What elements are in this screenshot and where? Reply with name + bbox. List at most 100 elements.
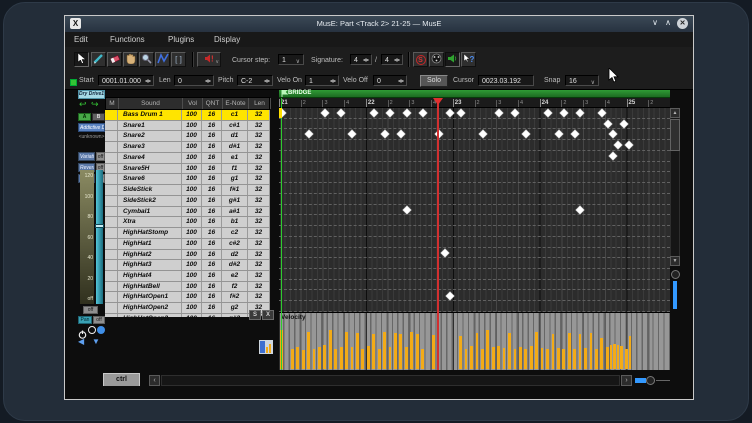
drum-list-header-qnt[interactable]: QNT [203, 98, 223, 109]
volume-off-chip[interactable]: off [83, 306, 98, 314]
paste-mode-button[interactable]: [ ] [171, 52, 186, 67]
hscroll-left-button[interactable]: ‹ [149, 375, 160, 386]
velocity-bar[interactable] [476, 333, 479, 369]
speaker-button[interactable] [445, 52, 460, 67]
controller-off-chip[interactable]: off [96, 152, 105, 161]
mute-cell[interactable] [105, 196, 118, 206]
prev-part-arrow-icon[interactable]: ◀ [78, 337, 84, 346]
grid-row[interactable] [279, 205, 670, 216]
drum-row-cymbal1[interactable]: Cymbal110016a#132 [105, 207, 270, 218]
grid-row[interactable] [279, 258, 670, 269]
velocity-bar[interactable] [524, 349, 527, 369]
velocity-close-button[interactable]: X [262, 310, 274, 320]
marker-bar[interactable]: BRIDGE [279, 90, 670, 98]
record-ring-icon[interactable] [88, 326, 96, 334]
velocity-bar[interactable] [617, 345, 620, 369]
drum-list-header-len[interactable]: Len [249, 98, 271, 109]
drum-row-highhat1[interactable]: HighHat110016c#232 [105, 239, 270, 250]
whatsthis-button[interactable]: ? [461, 52, 476, 67]
scroll-up-button[interactable]: ▲ [670, 108, 680, 118]
mute-cell[interactable] [105, 292, 118, 302]
velocity-bar[interactable] [535, 332, 538, 369]
drum-row-snare6[interactable]: Snare610016g132 [105, 174, 270, 185]
mute-cell[interactable] [105, 303, 118, 313]
hzoom-slider[interactable] [635, 378, 646, 383]
eraser-tool-button[interactable] [107, 52, 122, 67]
drum-row-highhat3[interactable]: HighHat310016d#232 [105, 260, 270, 271]
drum-row-sidestick2[interactable]: SideStick210016g#132 [105, 196, 270, 207]
velocity-bar[interactable] [329, 330, 332, 369]
grid-row[interactable] [279, 183, 670, 194]
close-button[interactable]: ✕ [677, 18, 688, 29]
mute-cell[interactable] [105, 153, 118, 163]
volume-fader-knob[interactable] [95, 224, 104, 228]
mute-cell[interactable] [105, 282, 118, 292]
velocity-bar[interactable] [356, 333, 359, 369]
scroll-down-button[interactable]: ▼ [670, 256, 680, 266]
velocity-bar[interactable] [410, 332, 413, 369]
grid-row[interactable] [279, 248, 670, 259]
maximize-button[interactable]: ∧ [662, 18, 674, 27]
velocity-bar[interactable] [541, 348, 544, 369]
velocity-bar[interactable] [579, 334, 582, 369]
next-part-arrow-icon[interactable]: ▼ [92, 337, 100, 346]
grid-row[interactable] [279, 269, 670, 280]
grid-row[interactable] [279, 226, 670, 237]
midi-input-button[interactable] [429, 52, 444, 67]
velocity-bar[interactable] [421, 349, 424, 369]
mute-cell[interactable] [105, 250, 118, 260]
velocity-bar[interactable] [620, 346, 623, 369]
velocity-bar[interactable] [313, 349, 316, 369]
grid-row[interactable] [279, 290, 670, 301]
timeline-ruler[interactable]: 21234222342323424234252 [279, 98, 670, 108]
velocity-bar[interactable] [629, 336, 632, 369]
grid-row[interactable] [279, 194, 670, 205]
drum-list-header-vol[interactable]: Vol [183, 98, 203, 109]
drum-row-sidestick[interactable]: SideStick10016f#132 [105, 185, 270, 196]
grid-row[interactable] [279, 280, 670, 291]
grid-row[interactable] [279, 301, 670, 312]
draw-line-tool-button[interactable] [155, 52, 170, 67]
grid-row[interactable] [279, 140, 670, 151]
velocity-bar[interactable] [552, 334, 555, 369]
velocity-bar[interactable] [334, 349, 337, 369]
menu-edit[interactable]: Edit [74, 35, 88, 44]
mute-cell[interactable] [105, 174, 118, 184]
step-record-button[interactable]: S [413, 52, 428, 67]
velocity-bar[interactable] [584, 348, 587, 369]
drum-row-highhatopen3[interactable]: HighHatOpen310016g#232 [105, 314, 270, 317]
ctrl-graph-icon[interactable] [259, 340, 273, 359]
route-out-arrow-icon[interactable]: ↪ [91, 99, 99, 110]
velocity-bar[interactable] [508, 333, 511, 369]
velocity-bar[interactable] [573, 349, 576, 369]
velocity-bar[interactable] [345, 332, 348, 369]
velocity-bar[interactable] [383, 332, 386, 369]
controller-row-variatio[interactable]: Variatiooff [78, 152, 105, 161]
grid-row[interactable] [279, 237, 670, 248]
hzoom-knob[interactable] [646, 376, 655, 385]
mute-cell[interactable] [105, 131, 118, 141]
velocity-bar[interactable] [405, 347, 408, 369]
cursor-step-combo[interactable]: 1∨ [278, 54, 304, 65]
velocity-bar[interactable] [595, 349, 598, 369]
patch-button[interactable]: Addictive D [78, 123, 105, 132]
velocity-bar[interactable] [351, 347, 354, 369]
velocity-bar[interactable] [389, 347, 392, 369]
drum-row-highhatopen2[interactable]: HighHatOpen210016g232 [105, 303, 270, 314]
drum-row-xtra[interactable]: Xtra10016b132 [105, 217, 270, 228]
mute-cell[interactable] [105, 121, 118, 131]
hscroll-right-button[interactable]: › [621, 375, 632, 386]
start-field[interactable]: 0001.01.000 [98, 75, 154, 86]
velocity-bar[interactable] [470, 346, 473, 369]
track-name-tab[interactable]: Dry Drive1 [78, 90, 105, 99]
grid-row[interactable] [279, 215, 670, 226]
drum-row-snare2[interactable]: Snare210016d132 [105, 131, 270, 142]
mute-cell[interactable] [105, 142, 118, 152]
drum-row-highhat4[interactable]: HighHat410016e232 [105, 271, 270, 282]
solo-button[interactable]: Solo [420, 75, 448, 87]
velocity-bar[interactable] [562, 349, 565, 369]
drum-row-snare5h[interactable]: Snare5H10016f132 [105, 164, 270, 175]
velocity-bar[interactable] [625, 349, 628, 369]
menu-plugins[interactable]: Plugins [168, 35, 194, 44]
velocity-bar[interactable] [546, 349, 549, 369]
